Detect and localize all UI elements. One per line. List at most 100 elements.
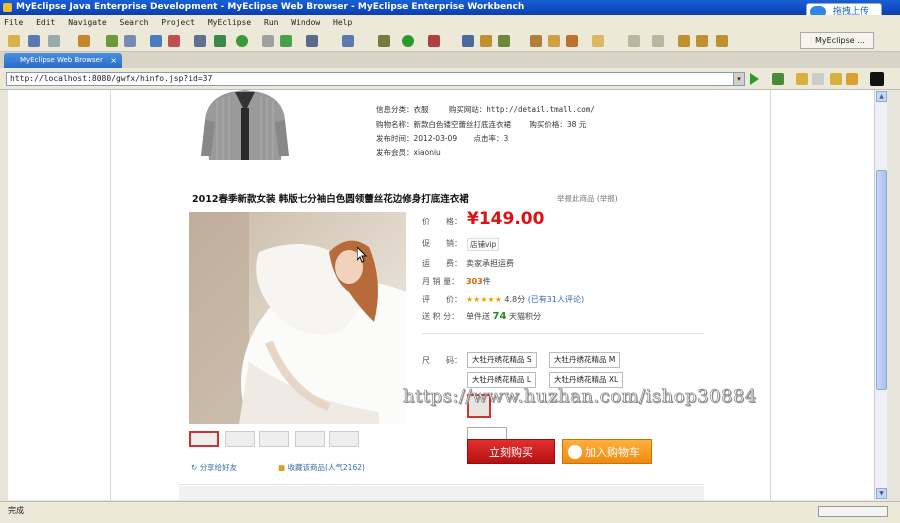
browser-forward-icon[interactable] <box>812 73 824 85</box>
annotation-icon[interactable] <box>566 35 578 47</box>
menu-search[interactable]: Search <box>120 18 149 27</box>
scroll-down-icon[interactable]: ▼ <box>876 488 887 499</box>
menu-project[interactable]: Project <box>161 18 195 27</box>
thumbnail-3[interactable] <box>259 431 289 447</box>
info-row-member: 发布会员：xiaoniu <box>376 147 441 158</box>
date-value: 2012-03-09 <box>413 134 458 143</box>
globe-icon[interactable] <box>214 35 226 47</box>
tab-web-browser[interactable]: MyEclipse Web Browser × <box>4 53 122 68</box>
name-label: 购物名称： <box>376 120 414 129</box>
points-suffix: 天猫积分 <box>509 312 542 321</box>
price-row: 价 格： <box>422 216 466 227</box>
share-link[interactable]: ↻ 分享给好友 <box>191 462 237 473</box>
new-class-icon[interactable] <box>462 35 474 47</box>
debug-icon[interactable] <box>378 35 390 47</box>
menu-window[interactable]: Window <box>291 18 320 27</box>
perspective-label: MyEclipse ... <box>815 36 865 45</box>
package-icon[interactable] <box>78 35 90 47</box>
prev-annotation-icon[interactable] <box>652 35 664 47</box>
close-icon[interactable]: × <box>110 53 117 68</box>
promo-tag: 店铺vip <box>467 238 500 251</box>
buy-price-label: 购买价格： <box>529 120 567 129</box>
eclipse-app-icon <box>3 3 12 12</box>
scroll-up-icon[interactable]: ▲ <box>876 91 887 102</box>
size-option-m[interactable]: 大牡丹绣花精品 M <box>549 352 621 368</box>
add-to-cart-button[interactable]: 加入购物车 <box>562 439 652 464</box>
source-link[interactable]: http://detail.tmall.com/ <box>486 105 594 114</box>
share-icon: ↻ <box>191 463 198 472</box>
favorite-link[interactable]: ■ 收藏该商品(人气2162) <box>278 462 365 473</box>
url-history-dropdown[interactable]: ▾ <box>733 72 745 86</box>
product-main-photo <box>189 212 406 424</box>
go-icon[interactable] <box>750 73 759 85</box>
shipping-label: 运 费： <box>422 259 462 268</box>
report-link[interactable]: 举报此商品 (举报) <box>557 193 618 204</box>
footer-strip <box>179 486 704 500</box>
points-row: 送 积 分： 单件送 74 天猫积分 <box>422 311 541 322</box>
new-file-icon[interactable] <box>8 35 20 47</box>
menu-run[interactable]: Run <box>264 18 278 27</box>
layout-icon[interactable] <box>342 35 354 47</box>
build-icon[interactable] <box>106 35 118 47</box>
save-icon[interactable] <box>28 35 40 47</box>
menu-edit[interactable]: Edit <box>36 18 55 27</box>
db-icon[interactable] <box>194 35 206 47</box>
vertical-scrollbar[interactable]: ▲ ▼ <box>874 90 887 500</box>
server-icon[interactable] <box>168 35 180 47</box>
sales-row: 月 销 量： 303件 <box>422 276 491 287</box>
buy-price-value: 38 元 <box>566 120 587 129</box>
rating-reviews-link[interactable]: (已有31人评论) <box>528 295 584 304</box>
open-resource-icon[interactable] <box>530 35 542 47</box>
next-annotation-icon[interactable] <box>628 35 640 47</box>
favorite-icon: ■ <box>278 463 286 472</box>
run-icon[interactable] <box>236 35 248 47</box>
rating-row: 评 价： ★★★★★ 4.8分 (已有31人评论) <box>422 294 584 305</box>
main-toolbar <box>0 30 900 52</box>
browser-menu-icon[interactable] <box>772 73 784 85</box>
thumbnail-4[interactable] <box>295 431 325 447</box>
menu-bar: File Edit Navigate Search Project MyEcli… <box>0 15 900 30</box>
thumbnail-1[interactable] <box>189 431 219 447</box>
points-prefix: 单件送 <box>466 312 490 321</box>
category-label: 信息分类： <box>376 105 414 114</box>
url-input[interactable]: http://localhost:8080/gwfx/hinfo.jsp?id=… <box>6 72 734 86</box>
name-value: 新款白色镂空蕾丝打底连衣裙 <box>413 120 512 129</box>
external-tools-icon[interactable] <box>428 35 440 47</box>
deploy-icon[interactable] <box>150 35 162 47</box>
browser-stop-icon[interactable] <box>830 73 842 85</box>
size-option-s[interactable]: 大牡丹绣花精品 S <box>467 352 537 368</box>
folder-icon[interactable] <box>262 35 274 47</box>
print-icon[interactable] <box>48 35 60 47</box>
run-green-icon[interactable] <box>402 35 414 47</box>
new-package-icon[interactable] <box>480 35 492 47</box>
monitor-icon[interactable] <box>306 35 318 47</box>
window-title: MyEclipse Java Enterprise Development - … <box>16 2 525 12</box>
browser-view-icon[interactable] <box>870 72 884 86</box>
rating-label: 评 价： <box>422 295 462 304</box>
web-page-viewport: 信息分类：衣服 购买网站：http://detail.tmall.com/ 购物… <box>8 90 874 500</box>
refresh-icon[interactable] <box>280 35 292 47</box>
buy-now-button[interactable]: 立刻购买 <box>467 439 555 464</box>
shipping-value: 卖家承担运费 <box>466 259 514 268</box>
menu-file[interactable]: File <box>4 18 23 27</box>
sales-count: 303 <box>466 277 483 286</box>
menu-help[interactable]: Help <box>333 18 352 27</box>
thumbnail-5[interactable] <box>329 431 359 447</box>
menu-navigate[interactable]: Navigate <box>68 18 107 27</box>
tools-icon[interactable] <box>124 35 136 47</box>
open-folder-icon[interactable] <box>592 35 604 47</box>
page-guide-right <box>770 90 771 500</box>
open-type-icon[interactable] <box>498 35 510 47</box>
forward-icon[interactable] <box>716 35 728 47</box>
share-label: 分享给好友 <box>199 463 238 472</box>
last-edit-icon[interactable] <box>678 35 690 47</box>
menu-myeclipse[interactable]: MyEclipse <box>208 18 251 27</box>
points-value: 74 <box>492 311 507 322</box>
browser-back-icon[interactable] <box>796 73 808 85</box>
browser-refresh-icon[interactable] <box>846 73 858 85</box>
back-icon[interactable] <box>696 35 708 47</box>
scroll-thumb[interactable] <box>876 170 887 390</box>
perspective-switcher[interactable]: MyEclipse ... <box>800 32 874 49</box>
thumbnail-2[interactable] <box>225 431 255 447</box>
pencil-icon[interactable] <box>548 35 560 47</box>
